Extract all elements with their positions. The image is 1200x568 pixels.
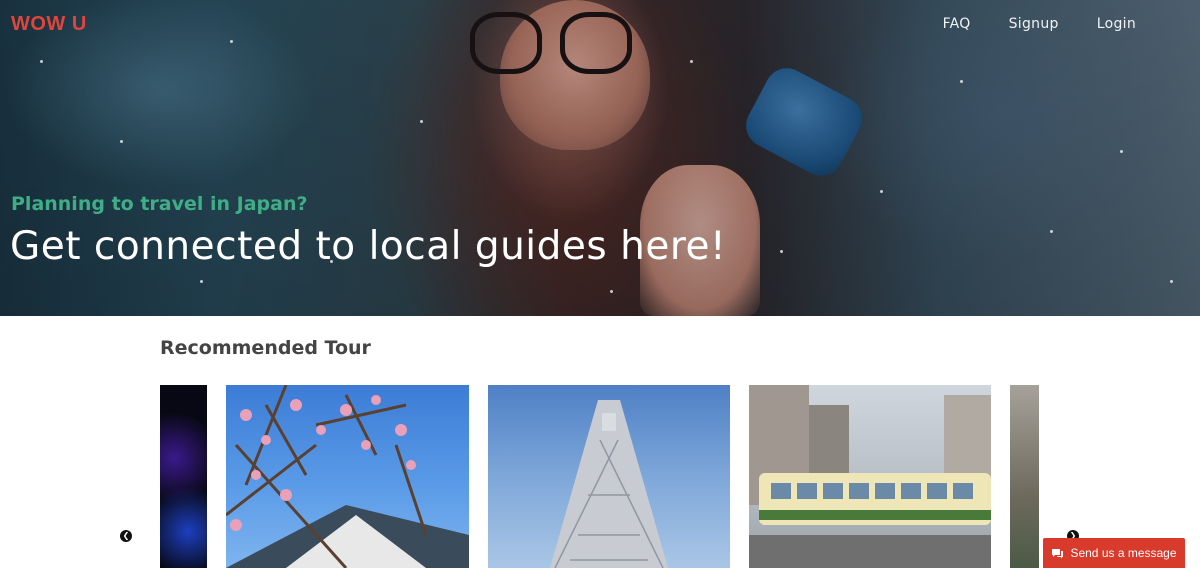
- logo[interactable]: WOW U: [11, 13, 87, 36]
- snow-dot: [960, 80, 963, 83]
- snow-dot: [40, 60, 43, 63]
- nav-faq[interactable]: FAQ: [943, 16, 971, 32]
- hero-title: Get connected to local guides here!: [10, 224, 727, 269]
- snow-dot: [610, 290, 613, 293]
- chat-icon: [1052, 548, 1064, 558]
- snow-dot: [880, 190, 883, 193]
- snow-dot: [120, 140, 123, 143]
- skytree-tower-photo: [550, 400, 668, 568]
- tour-card-skytree[interactable]: [488, 385, 730, 568]
- cherry-blossom-photo: [226, 385, 469, 568]
- hero-subtitle: Planning to travel in Japan?: [11, 193, 308, 215]
- section-title: Recommended Tour: [160, 337, 371, 359]
- send-message-button[interactable]: Send us a message: [1043, 538, 1185, 568]
- tour-card-street[interactable]: [1010, 385, 1039, 568]
- snow-dot: [1120, 150, 1123, 153]
- snow-dot: [1170, 280, 1173, 283]
- send-message-label: Send us a message: [1070, 546, 1177, 560]
- snow-dot: [420, 120, 423, 123]
- carousel-prev-button[interactable]: ❮: [120, 530, 132, 542]
- snow-dot: [230, 40, 233, 43]
- tour-card-cherry-blossom[interactable]: [226, 385, 469, 568]
- nav-login[interactable]: Login: [1097, 16, 1136, 32]
- hero-banner: WOW U FAQ Signup Login Planning to trave…: [0, 0, 1200, 316]
- nav-signup[interactable]: Signup: [1009, 16, 1059, 32]
- snow-dot: [1050, 230, 1053, 233]
- top-nav: FAQ Signup Login: [943, 16, 1136, 32]
- snow-dot: [200, 280, 203, 283]
- snow-dot: [780, 250, 783, 253]
- tour-card-tram[interactable]: [749, 385, 991, 568]
- snow-dot: [690, 60, 693, 63]
- tour-card-night-light[interactable]: [160, 385, 207, 568]
- tram-photo: [749, 385, 991, 568]
